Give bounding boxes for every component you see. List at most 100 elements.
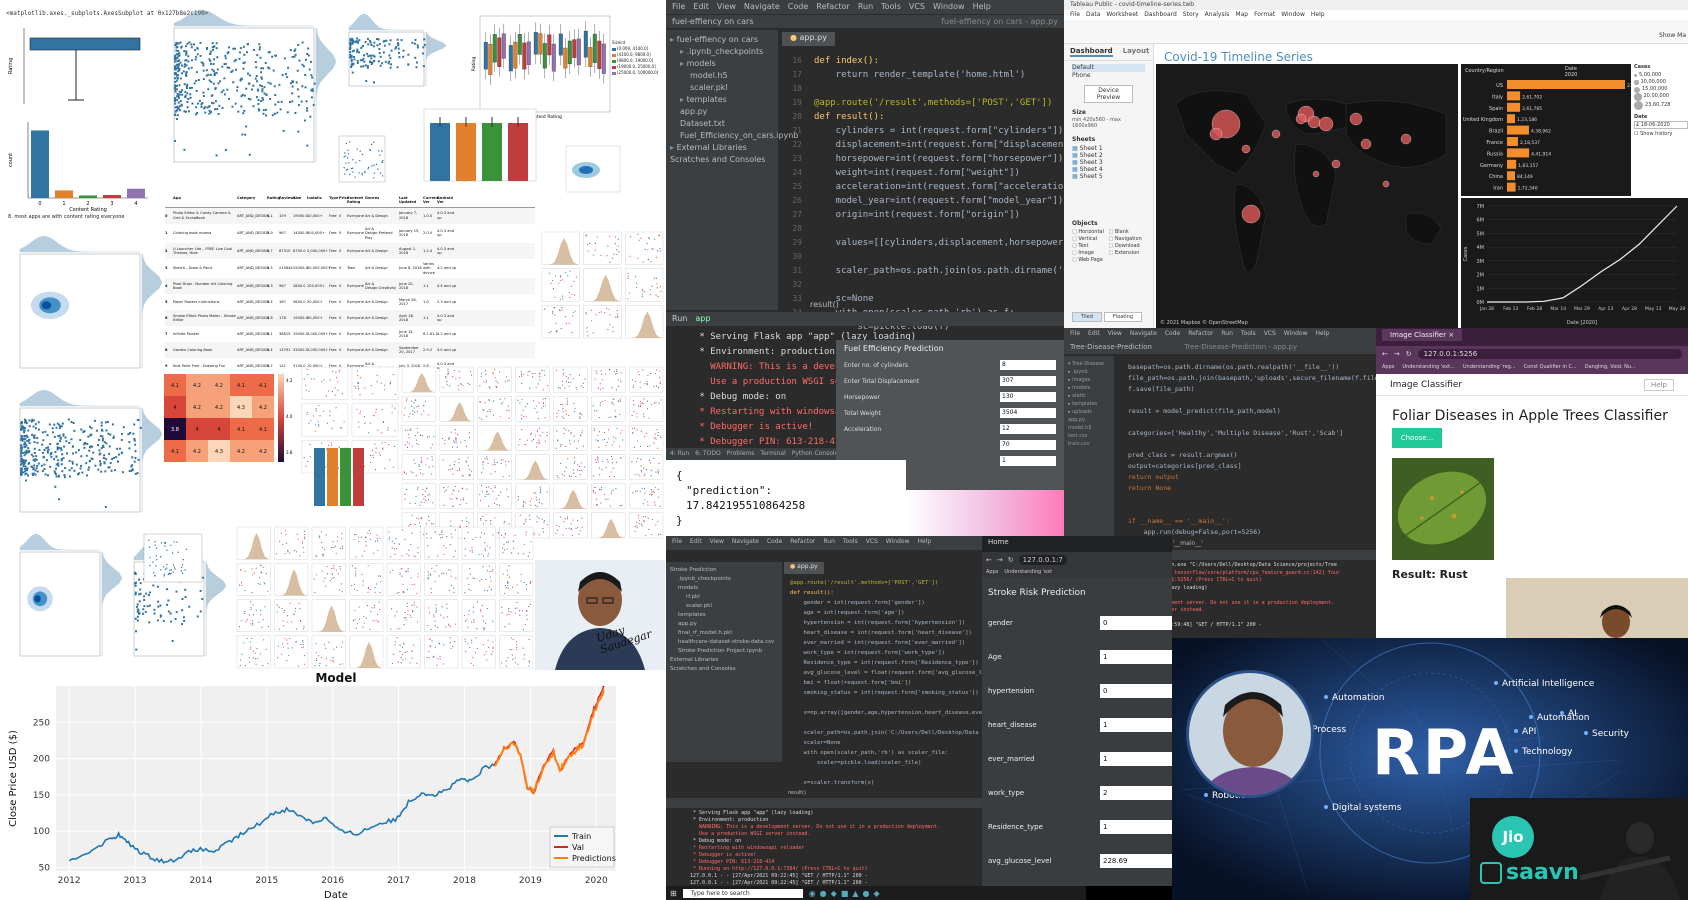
menu-item[interactable]: Edit	[693, 2, 709, 12]
tree-item[interactable]: scaler.pkl	[670, 82, 774, 94]
sheet-item[interactable]: ▦ Sheet 1	[1072, 145, 1145, 152]
tree-item[interactable]: rf.pkl	[670, 593, 778, 602]
bookmark-item[interactable]: Const Qualifier in C...	[1524, 364, 1577, 372]
menu-item[interactable]: Edit	[690, 538, 702, 548]
sidebar-tab[interactable]: Dashboard	[1070, 47, 1113, 57]
menu-item[interactable]: Navigate	[744, 2, 780, 12]
menu-item[interactable]: Code	[767, 538, 782, 548]
menu-item[interactable]: Refactor	[1188, 330, 1213, 340]
tree-item[interactable]: Dataset.txt	[670, 118, 774, 130]
tree-item[interactable]: final_rf_model.h.pkl	[670, 629, 778, 638]
sidebar-tab[interactable]: Layout	[1123, 47, 1150, 57]
browser-tab-2[interactable]: Home	[988, 538, 1009, 546]
menu-item[interactable]: Format	[1254, 11, 1275, 19]
url-field[interactable]: 127.0.0.1:5256	[1417, 349, 1682, 359]
editor-tab-3[interactable]: ● app.py	[784, 562, 824, 574]
menu-item[interactable]: View	[710, 538, 724, 548]
tree-item[interactable]: ▸ External Libraries	[670, 142, 774, 154]
bookmark-item[interactable]: Understanding 'ext	[1004, 569, 1052, 577]
device-option[interactable]: Phone	[1072, 72, 1145, 80]
stroke-form-input[interactable]: 1	[1100, 650, 1172, 664]
form-input[interactable]: 12	[1000, 424, 1056, 434]
object-item[interactable]: □ Blank	[1109, 229, 1146, 236]
show-title-option[interactable]: Show Ma	[1659, 32, 1686, 39]
menu-item[interactable]: File	[672, 2, 685, 12]
tree-item[interactable]: Scratches and Consoles	[670, 154, 774, 166]
stroke-form-input[interactable]: 1	[1100, 752, 1172, 766]
sheet-item[interactable]: ▦ Sheet 3	[1072, 159, 1145, 166]
code-editor-2[interactable]: basepath=os.path.dirname(os.path.realpat…	[1120, 358, 1376, 558]
bookmark-item[interactable]: Apps	[1382, 364, 1394, 372]
object-item[interactable]: □ Navigation	[1109, 236, 1146, 243]
choose-file-button[interactable]: Choose...	[1392, 428, 1442, 448]
forward-icon[interactable]: →	[1394, 350, 1400, 358]
bookmark-item[interactable]: Understanding 'ext...	[1402, 364, 1454, 372]
tool-tab[interactable]: Problems	[727, 450, 755, 458]
tree-item[interactable]: External Libraries	[670, 656, 778, 665]
editor-tab[interactable]: ● app.py	[782, 32, 835, 46]
menu-item[interactable]: Help	[1311, 11, 1325, 19]
menu-item[interactable]: Navigate	[732, 538, 759, 548]
tree-item[interactable]: scaler.pkl	[670, 602, 778, 611]
tree-item[interactable]: Scratches and Consoles	[670, 665, 778, 674]
stroke-form-input[interactable]: 0	[1100, 684, 1172, 698]
menu-item[interactable]: File	[1070, 11, 1080, 19]
menu-item[interactable]: File	[1070, 330, 1080, 340]
tree-item[interactable]: Stroke Prediction	[670, 566, 778, 575]
menu-item[interactable]: View	[717, 2, 736, 12]
menu-item[interactable]: Refactor	[790, 538, 815, 548]
object-item[interactable]: □ Extension	[1109, 250, 1146, 257]
menu-item[interactable]: VCS	[1264, 330, 1276, 340]
menu-item[interactable]: Edit	[1088, 330, 1100, 340]
reload-icon[interactable]: ↻	[1406, 350, 1412, 358]
stroke-form-input[interactable]: 228.69	[1100, 854, 1172, 868]
form-input[interactable]: 307	[1000, 376, 1056, 386]
tool-tab[interactable]: 6: TODO	[695, 450, 720, 458]
form-input[interactable]: 70	[1000, 440, 1056, 450]
sheet-item[interactable]: ▦ Sheet 4	[1072, 166, 1145, 173]
menu-item[interactable]: Window	[1284, 330, 1308, 340]
stroke-form-input[interactable]: 0	[1100, 616, 1172, 630]
object-item[interactable]: □ Vertical	[1072, 236, 1109, 243]
bookmark-item[interactable]: Dangling, Void, Nu...	[1585, 364, 1636, 372]
object-item[interactable]: □ Text	[1072, 243, 1109, 250]
run-label[interactable]: Run	[672, 314, 687, 324]
taskbar-search[interactable]: Type here to search	[682, 888, 803, 898]
reload-icon-2[interactable]: ↻	[1008, 556, 1014, 564]
object-item[interactable]: □ Download	[1109, 243, 1146, 250]
tree-item[interactable]: model.h5	[670, 70, 774, 82]
back-icon-2[interactable]: ←	[986, 556, 992, 564]
object-item[interactable]: □ Horizontal	[1072, 229, 1109, 236]
menu-item[interactable]: Code	[788, 2, 808, 12]
menu-item[interactable]: View	[1108, 330, 1122, 340]
layout-button[interactable]: Floating	[1103, 312, 1143, 322]
tree-item[interactable]: Fuel_Efficiency_on_cars.ipynb	[670, 130, 798, 142]
project-name[interactable]: fuel-effiency on cars	[672, 17, 754, 26]
menu-item[interactable]: Refactor	[816, 2, 850, 12]
code-editor[interactable]: def index(): return render_template('hom…	[806, 50, 1064, 332]
menu-item[interactable]: Tools	[881, 2, 901, 12]
stroke-form-input[interactable]: 2	[1100, 786, 1172, 800]
tree-item[interactable]: app.py	[670, 106, 774, 118]
menu-item[interactable]: Navigate	[1130, 330, 1157, 340]
menu-item[interactable]: Run	[823, 538, 835, 548]
tree-item[interactable]: ▸ templates	[670, 94, 774, 106]
layout-button[interactable]: Tiled	[1072, 312, 1102, 322]
form-input[interactable]: 8	[1000, 360, 1056, 370]
stroke-form-input[interactable]: 1	[1100, 718, 1172, 732]
tree-item[interactable]: ▸ .ipynb_checkpoints	[670, 46, 774, 58]
code-editor-3[interactable]: @app.route('/result',methods=['POST','GE…	[786, 576, 982, 796]
size-value[interactable]: min 420x560 - max 1600x960	[1064, 116, 1153, 130]
menu-item[interactable]: Map	[1235, 11, 1248, 19]
date-filter-value[interactable]: £ 18-06-2020	[1634, 120, 1688, 129]
menu-item[interactable]: Window	[886, 538, 910, 548]
tool-tab[interactable]: 4: Run	[670, 450, 689, 458]
form-input[interactable]: 3504	[1000, 408, 1056, 418]
tree-item[interactable]: app.py	[670, 620, 778, 629]
device-preview-button[interactable]: Device Preview	[1084, 85, 1133, 103]
menu-item[interactable]: Code	[1165, 330, 1180, 340]
menu-item[interactable]: Help	[1315, 330, 1329, 340]
menu-item[interactable]: Window	[1281, 11, 1305, 19]
menu-item[interactable]: Help	[973, 2, 991, 12]
menu-item[interactable]: Worksheet	[1106, 11, 1138, 19]
